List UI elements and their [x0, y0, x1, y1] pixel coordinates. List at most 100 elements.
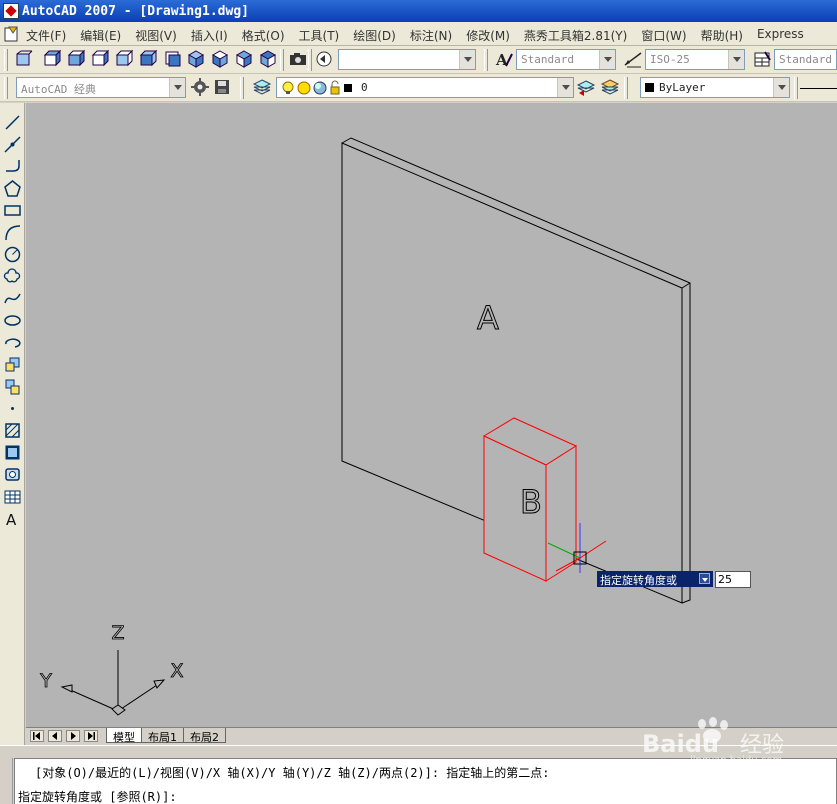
layer-manager-icon[interactable]	[252, 77, 272, 97]
construction-line-icon[interactable]	[3, 135, 22, 154]
spline-icon[interactable]	[3, 289, 22, 308]
make-layer-current-icon[interactable]	[576, 77, 596, 97]
linetype-preview[interactable]	[800, 88, 837, 89]
autocad-app-icon[interactable]	[3, 3, 19, 19]
gradient-icon[interactable]	[3, 443, 22, 462]
hatch-icon[interactable]	[3, 421, 22, 440]
menu-dimension[interactable]: 标注(N)	[410, 27, 452, 44]
menu-insert[interactable]: 插入(I)	[191, 27, 228, 44]
svg-text:A: A	[495, 51, 508, 69]
layer-name: 0	[361, 81, 368, 94]
named-views-icon[interactable]	[314, 49, 334, 69]
menu-draw[interactable]: 绘图(D)	[353, 27, 396, 44]
toolbar-grip[interactable]	[280, 49, 284, 71]
model-space[interactable]: A B Z Y X	[26, 103, 837, 727]
toolbar-grip[interactable]	[308, 49, 312, 71]
text-style-icon[interactable]: A	[494, 49, 514, 69]
ellipse-icon[interactable]	[3, 311, 22, 330]
menu-yanxiu-toolbox[interactable]: 燕秀工具箱2.81(Y)	[524, 27, 627, 44]
ellipse-arc-icon[interactable]	[3, 333, 22, 352]
view-top-icon[interactable]	[14, 49, 34, 69]
layer-combo[interactable]: 0	[276, 77, 574, 98]
document-icon[interactable]	[3, 25, 21, 43]
menu-window[interactable]: 窗口(W)	[641, 27, 686, 44]
window-title: AutoCAD 2007 - [Drawing1.dwg]	[22, 4, 249, 19]
menu-tools[interactable]: 工具(T)	[299, 27, 340, 44]
toolbar-row-1: A Standard ISO-25 Standard	[0, 46, 837, 74]
table-style-icon[interactable]	[752, 49, 772, 69]
toolbar-grip[interactable]	[484, 49, 488, 71]
view-combo[interactable]	[338, 49, 476, 70]
revision-cloud-icon[interactable]	[3, 267, 22, 286]
view-left-icon[interactable]	[66, 49, 86, 69]
options-down-arrow-icon[interactable]	[699, 573, 710, 584]
toolbar-row-2: AutoCAD 经典 0 ByLayer	[0, 74, 837, 102]
insert-block-icon[interactable]	[3, 355, 22, 374]
circle-icon[interactable]	[3, 245, 22, 264]
view-right-icon[interactable]	[90, 49, 110, 69]
table-icon[interactable]	[3, 487, 22, 506]
ne-isometric-icon[interactable]	[234, 49, 254, 69]
sw-isometric-icon[interactable]	[186, 49, 206, 69]
layer-state-icons[interactable]	[280, 80, 360, 96]
make-block-icon[interactable]	[3, 377, 22, 396]
command-scrollbar[interactable]	[0, 758, 13, 804]
dim-style-icon[interactable]	[623, 49, 643, 69]
first-tab-icon[interactable]	[30, 730, 44, 742]
polygon-icon[interactable]	[3, 179, 22, 198]
point-icon[interactable]	[3, 399, 22, 418]
toolbar-grip[interactable]	[4, 77, 8, 99]
save-workspace-icon[interactable]	[212, 77, 232, 97]
workspace-combo[interactable]: AutoCAD 经典	[16, 77, 186, 98]
layer-previous-icon[interactable]	[600, 77, 620, 97]
multiline-text-icon[interactable]: A	[3, 509, 22, 529]
menu-view[interactable]: 视图(V)	[135, 27, 177, 44]
chevron-down-icon[interactable]	[169, 78, 185, 97]
color-combo[interactable]: ByLayer	[640, 77, 790, 98]
tab-layout2[interactable]: 布局2	[183, 728, 226, 744]
menu-format[interactable]: 格式(O)	[242, 27, 285, 44]
menu-file[interactable]: 文件(F)	[26, 27, 66, 44]
view-front-icon[interactable]	[42, 49, 62, 69]
workspace-settings-icon[interactable]	[190, 77, 210, 97]
command-prompt-line[interactable]: 指定旋转角度或 [参照(R)]:	[18, 788, 177, 804]
last-tab-icon[interactable]	[84, 730, 98, 742]
table-style-combo[interactable]: Standard	[774, 49, 837, 70]
rectangle-icon[interactable]	[3, 201, 22, 220]
camera-icon[interactable]	[288, 49, 308, 69]
line-tool-icon[interactable]	[3, 113, 22, 132]
menu-help[interactable]: 帮助(H)	[701, 27, 743, 44]
drawing-canvas[interactable]: A B Z Y X 指定旋转角度或 25	[26, 103, 837, 727]
se-isometric-icon[interactable]	[210, 49, 230, 69]
toolbar-grip[interactable]	[4, 49, 8, 71]
dynamic-input-value[interactable]: 25	[715, 571, 751, 588]
view-back-icon[interactable]	[138, 49, 158, 69]
view-bottom-icon[interactable]	[114, 49, 134, 69]
chevron-down-icon[interactable]	[773, 78, 789, 97]
title-bar: AutoCAD 2007 - [Drawing1.dwg]	[0, 0, 837, 22]
watermark-brand: Baidu	[642, 730, 719, 758]
menu-express[interactable]: Express	[757, 27, 804, 44]
dim-style-combo[interactable]: ISO-25	[645, 49, 745, 70]
view-iso-icon[interactable]	[162, 49, 182, 69]
previous-tab-icon[interactable]	[48, 730, 62, 742]
nw-isometric-icon[interactable]	[258, 49, 278, 69]
arc-icon[interactable]	[3, 223, 22, 242]
tab-layout1[interactable]: 布局1	[141, 728, 184, 744]
toolbar-grip[interactable]	[240, 77, 244, 99]
text-style-combo[interactable]: Standard	[516, 49, 616, 70]
chevron-down-icon[interactable]	[599, 50, 615, 69]
region-icon[interactable]	[3, 465, 22, 484]
toolbar-grip[interactable]	[624, 77, 628, 99]
menu-edit[interactable]: 编辑(E)	[80, 27, 121, 44]
chevron-down-icon[interactable]	[557, 78, 573, 97]
tab-model[interactable]: 模型	[106, 728, 142, 744]
polyline-icon[interactable]	[3, 157, 22, 176]
command-history-line: [对象(O)/最近的(L)/视图(V)/X 轴(X)/Y 轴(Y)/Z 轴(Z)…	[35, 766, 550, 780]
chevron-down-icon[interactable]	[728, 50, 744, 69]
svg-text:A: A	[6, 511, 17, 528]
next-tab-icon[interactable]	[66, 730, 80, 742]
chevron-down-icon[interactable]	[459, 50, 475, 69]
menu-modify[interactable]: 修改(M)	[466, 27, 510, 44]
toolbar-grip[interactable]	[794, 77, 798, 99]
